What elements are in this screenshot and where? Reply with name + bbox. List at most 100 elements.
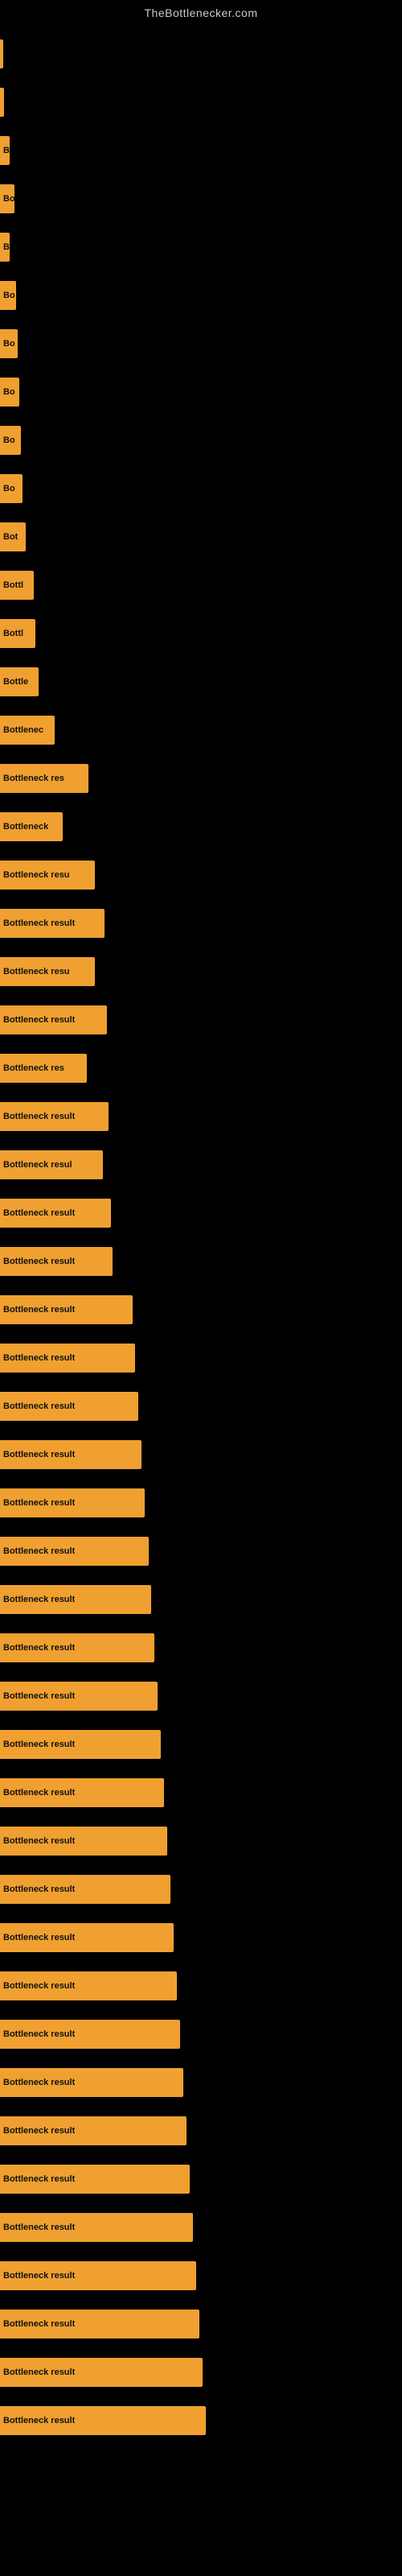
bar-item: Bo — [0, 426, 21, 455]
bar-item: Bottleneck result — [0, 2406, 206, 2435]
bar-row: Bo — [0, 320, 402, 367]
bar-row: Bottleneck result — [0, 2156, 402, 2202]
bar-label: Bottleneck result — [3, 2126, 75, 2136]
bar-item: Bo — [0, 281, 16, 310]
bar-row: Bottlenec — [0, 707, 402, 753]
bar-row: Bottleneck result — [0, 2059, 402, 2106]
bar-label: Bottleneck result — [3, 2223, 75, 2232]
bar-item: B — [0, 233, 10, 262]
bar-label: Bottleneck result — [3, 1305, 75, 1315]
bar-item: Bo — [0, 184, 14, 213]
bar-row: Bottleneck resul — [0, 1141, 402, 1188]
bar-item: Bottleneck result — [0, 1199, 111, 1228]
bar-label: Bot — [3, 532, 18, 542]
bar-label: Bo — [3, 339, 15, 349]
bar-label: Bo — [3, 194, 14, 204]
bar-label: Bottleneck res — [3, 774, 64, 783]
bar-row: Bottleneck result — [0, 1480, 402, 1526]
bar-row: Bottleneck result — [0, 1673, 402, 1719]
bar-label: Bottleneck result — [3, 1015, 75, 1025]
bar-label: Bottleneck result — [3, 1450, 75, 1459]
bar-item: Bottleneck resu — [0, 957, 95, 986]
bar-item: Bottleneck result — [0, 909, 105, 938]
bar-row: Bottle — [0, 658, 402, 705]
bar-label: Bottleneck result — [3, 1740, 75, 1749]
bar-label: Bottleneck result — [3, 1353, 75, 1363]
bar-label: Bottleneck result — [3, 1691, 75, 1701]
bar-row: Bottleneck result — [0, 2301, 402, 2347]
bar-item: Bottleneck result — [0, 2213, 193, 2242]
bar-label: Bottlenec — [3, 725, 43, 735]
bar-row: Bottleneck result — [0, 2204, 402, 2251]
bar-item: Bottl — [0, 619, 35, 648]
bar-item: Bottleneck result — [0, 2165, 190, 2194]
bar-label: Bo — [3, 436, 15, 445]
bar-row: Bo — [0, 175, 402, 222]
bar-item: B — [0, 136, 10, 165]
bar-item: Bottleneck result — [0, 1392, 138, 1421]
bar-label: Bottleneck result — [3, 1546, 75, 1556]
bar-row: Bottleneck result — [0, 1576, 402, 1623]
bar-label: Bottleneck result — [3, 2078, 75, 2087]
bar-item: Bottleneck result — [0, 2261, 196, 2290]
bar-row: Bottleneck result — [0, 1093, 402, 1140]
bar-row: Bottleneck result — [0, 1238, 402, 1285]
bar-item: Bottleneck result — [0, 1488, 145, 1517]
bar-label: Bottleneck result — [3, 919, 75, 928]
bar-item: Bottleneck result — [0, 1971, 177, 2000]
bar-label: Bottleneck result — [3, 1498, 75, 1508]
bar-row: Bottleneck result — [0, 1528, 402, 1575]
bar-item: Bottleneck res — [0, 764, 88, 793]
bar-item: Bottleneck result — [0, 1682, 158, 1711]
bar-label: Bottleneck result — [3, 1595, 75, 1604]
bar-item: Bottleneck result — [0, 1440, 142, 1469]
bar-row: Bottleneck result — [0, 2107, 402, 2154]
bar-label: Bottleneck result — [3, 1112, 75, 1121]
bars-container: BBoBBoBoBoBoBoBotBottlBottlBottleBottlen… — [0, 23, 402, 2454]
bar-row: Bottleneck result — [0, 2397, 402, 2444]
bar-label: Bottleneck result — [3, 2368, 75, 2377]
bar-row: Bo — [0, 272, 402, 319]
bar-row: Bottleneck — [0, 803, 402, 850]
bar-label: Bottleneck result — [3, 1402, 75, 1411]
bar-label: Bo — [3, 291, 15, 300]
bar-row: B — [0, 127, 402, 174]
bar-label: Bottl — [3, 629, 23, 638]
bar-item: Bottleneck result — [0, 2068, 183, 2097]
bar-row: Bottleneck result — [0, 2252, 402, 2299]
bar-item: Bottleneck result — [0, 1247, 113, 1276]
bar-row — [0, 79, 402, 126]
bar-row: B — [0, 224, 402, 270]
bar-row: Bottleneck result — [0, 1721, 402, 1768]
bar-item: Bottleneck result — [0, 1875, 170, 1904]
bar-label: Bottleneck resul — [3, 1160, 72, 1170]
bar-item: Bottleneck result — [0, 1537, 149, 1566]
bar-row: Bottleneck resu — [0, 948, 402, 995]
bar-item: Bo — [0, 329, 18, 358]
bar-row: Bottl — [0, 562, 402, 609]
bar-label: Bottleneck result — [3, 2271, 75, 2281]
bar-label: Bottleneck result — [3, 1788, 75, 1798]
bar-item: Bottleneck result — [0, 2310, 199, 2339]
bar-row: Bottleneck result — [0, 1624, 402, 1671]
site-title: TheBottlenecker.com — [0, 0, 402, 23]
bar-row: Bottleneck result — [0, 1963, 402, 2009]
bar-item — [0, 88, 4, 117]
bar-item: Bottle — [0, 667, 39, 696]
bar-row: Bottleneck result — [0, 1818, 402, 1864]
bar-item: Bottleneck resu — [0, 861, 95, 890]
bar-label: Bo — [3, 387, 15, 397]
bar-label: Bottleneck result — [3, 2174, 75, 2184]
bar-row — [0, 31, 402, 77]
bar-item: Bottleneck result — [0, 1585, 151, 1614]
bar-row: Bo — [0, 417, 402, 464]
bar-item: Bottleneck result — [0, 1633, 154, 1662]
bar-row: Bottleneck result — [0, 2011, 402, 2058]
bar-row: Bottleneck result — [0, 997, 402, 1043]
bar-label: Bottleneck result — [3, 2416, 75, 2425]
bar-label: Bottle — [3, 677, 28, 687]
bar-item: Bottlenec — [0, 716, 55, 745]
bar-item: Bottleneck — [0, 812, 63, 841]
bar-row: Bottleneck result — [0, 900, 402, 947]
bar-row: Bottleneck resu — [0, 852, 402, 898]
